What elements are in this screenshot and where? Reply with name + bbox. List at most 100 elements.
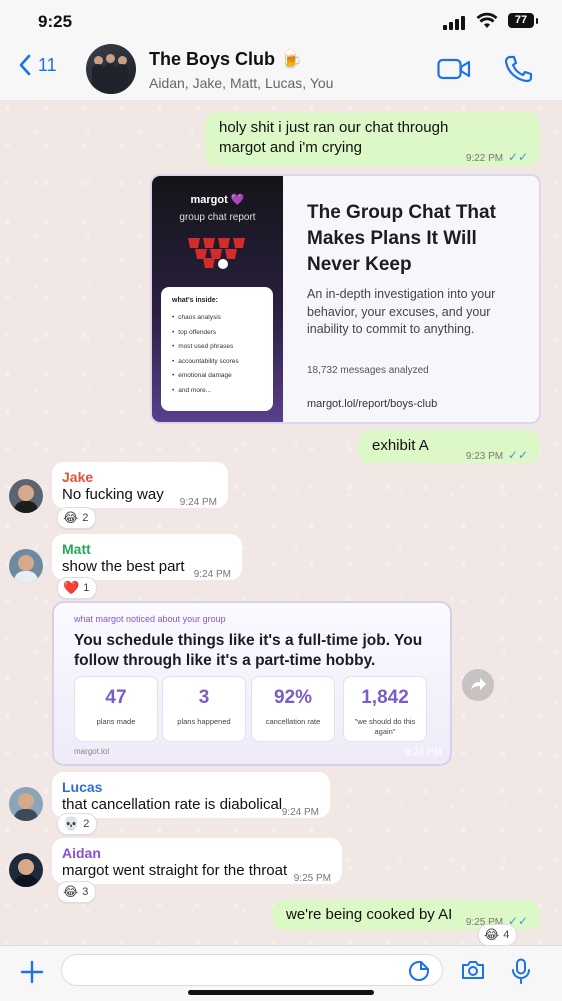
avatar-aidan[interactable] bbox=[9, 853, 43, 887]
battery-icon: 77 bbox=[508, 13, 538, 28]
stat-value: 3 bbox=[198, 687, 210, 708]
contents-item: most used phrases bbox=[172, 343, 239, 358]
reaction-count: 2 bbox=[82, 512, 89, 524]
reaction-badge[interactable]: 😂 4 bbox=[478, 924, 518, 946]
contents-item: chaos analysis bbox=[172, 314, 239, 329]
clock: 9:25 bbox=[38, 12, 73, 31]
group-avatar[interactable] bbox=[86, 44, 136, 94]
contents-list: chaos analysis top offenders most used p… bbox=[172, 314, 239, 402]
chat-header: 11 The Boys Club 🍺 Aidan, Jake, Matt, Lu… bbox=[0, 44, 562, 101]
video-call-icon[interactable] bbox=[437, 57, 471, 81]
read-ticks-icon: ✓✓ bbox=[507, 150, 528, 164]
incoming-message[interactable]: Jake No fucking way 9:24 PM bbox=[52, 462, 228, 508]
contents-item: top offenders bbox=[172, 329, 239, 344]
message-time: 9:22 PM bbox=[465, 153, 504, 164]
outgoing-message[interactable]: holy shit i just ran our chat through ma… bbox=[205, 112, 540, 166]
insight-card[interactable]: what margot noticed about your group You… bbox=[52, 601, 452, 766]
reaction-count: 3 bbox=[82, 886, 89, 898]
message-time: 9:25 PM bbox=[293, 873, 331, 884]
avatar-lucas[interactable] bbox=[9, 787, 43, 821]
reaction-emoji: 😂 bbox=[484, 927, 500, 942]
reaction-emoji: 😂 bbox=[63, 510, 79, 525]
report-subtitle: group chat report bbox=[179, 212, 256, 223]
stat-card: 92% cancellation rate bbox=[251, 676, 335, 742]
message-time: 9:23 PM bbox=[465, 451, 504, 462]
message-text: that cancellation rate is diabolical bbox=[62, 796, 283, 813]
stat-card: 1,842 "we should do this again" bbox=[343, 676, 427, 742]
sticker-icon[interactable] bbox=[408, 960, 430, 982]
stat-value: 1,842 bbox=[361, 687, 409, 708]
report-contents-box: what's inside: chaos analysis top offend… bbox=[161, 287, 273, 411]
signal-icon bbox=[443, 16, 465, 30]
incoming-message[interactable]: Aidan margot went straight for the throa… bbox=[52, 838, 342, 884]
chat-members[interactable]: Aidan, Jake, Matt, Lucas, You bbox=[149, 75, 333, 91]
message-input[interactable] bbox=[61, 954, 443, 986]
contents-title: what's inside: bbox=[172, 297, 219, 304]
reaction-emoji: ❤️ bbox=[63, 580, 80, 595]
stat-label: plans happened bbox=[177, 717, 231, 726]
contents-item: and more... bbox=[172, 387, 239, 402]
stat-card: 3 plans happened bbox=[162, 676, 246, 742]
message-time: 9:24 PM bbox=[404, 747, 442, 758]
stat-value: 47 bbox=[105, 687, 127, 708]
reaction-count: 1 bbox=[83, 582, 90, 594]
stat-value: 92% bbox=[273, 687, 313, 708]
stat-label: cancellation rate bbox=[265, 717, 321, 726]
message-text: exhibit A bbox=[372, 437, 429, 454]
message-meta: 9:23 PM ✓✓ bbox=[466, 445, 528, 467]
avatar-jake[interactable] bbox=[9, 479, 43, 513]
wifi-icon bbox=[476, 12, 498, 28]
sender-name: Lucas bbox=[62, 779, 103, 795]
stat-card: 47 plans made bbox=[74, 676, 158, 742]
unread-count: 11 bbox=[38, 54, 57, 75]
reaction-count: 2 bbox=[83, 818, 90, 830]
chat-title[interactable]: The Boys Club 🍺 bbox=[149, 49, 302, 70]
incoming-message[interactable]: Matt show the best part 9:24 PM bbox=[52, 534, 242, 580]
sender-name: Matt bbox=[62, 541, 91, 557]
insight-label: what margot noticed about your group bbox=[74, 614, 226, 624]
stat-label: "we should do this again" bbox=[354, 717, 416, 736]
stat-label: plans made bbox=[96, 717, 136, 726]
message-text: we're being cooked by AI bbox=[286, 906, 453, 923]
back-chevron-icon bbox=[19, 54, 31, 76]
report-description: An in-depth investigation into your beha… bbox=[307, 287, 496, 336]
message-text: margot went straight for the throat bbox=[62, 862, 288, 879]
message-text: No fucking way bbox=[62, 486, 164, 503]
reaction-count: 4 bbox=[503, 929, 510, 941]
home-indicator[interactable] bbox=[188, 990, 374, 995]
camera-icon[interactable] bbox=[460, 959, 486, 981]
reaction-badge[interactable]: 😂 2 bbox=[57, 507, 97, 529]
forward-icon[interactable] bbox=[462, 669, 494, 701]
plus-icon[interactable] bbox=[20, 960, 44, 984]
message-time: 9:24 PM bbox=[179, 497, 217, 508]
avatar-matt[interactable] bbox=[9, 549, 43, 583]
status-bar: 9:25 77 bbox=[0, 0, 562, 44]
read-ticks-icon: ✓✓ bbox=[507, 448, 528, 462]
sender-name: Jake bbox=[62, 469, 94, 485]
reaction-emoji: 💀 bbox=[63, 816, 80, 831]
report-url[interactable]: margot.lol/report/boys-club bbox=[307, 398, 437, 410]
microphone-icon[interactable] bbox=[511, 958, 531, 984]
incoming-message[interactable]: Lucas that cancellation rate is diabolic… bbox=[52, 772, 330, 818]
message-time: 9:24 PM bbox=[281, 807, 319, 818]
reaction-badge[interactable]: ❤️ 1 bbox=[57, 577, 98, 599]
report-link-preview[interactable]: margot 💜 group chat report what's inside… bbox=[150, 174, 541, 424]
contents-item: emotional damage bbox=[172, 372, 239, 387]
report-cover: margot 💜 group chat report what's inside… bbox=[152, 176, 283, 422]
report-title: The Group Chat That Makes Plans It Will … bbox=[307, 202, 496, 275]
phone-icon[interactable] bbox=[503, 55, 533, 83]
message-text: show the best part bbox=[62, 558, 185, 575]
outgoing-message[interactable]: exhibit A 9:23 PM ✓✓ bbox=[358, 430, 540, 463]
back-button[interactable]: 11 bbox=[18, 54, 57, 76]
reaction-emoji: 😂 bbox=[63, 884, 79, 899]
report-brand: margot 💜 bbox=[190, 194, 245, 206]
message-meta: 9:22 PM ✓✓ bbox=[466, 147, 528, 169]
message-time: 9:24 PM bbox=[193, 569, 231, 580]
reaction-badge[interactable]: 💀 2 bbox=[57, 813, 98, 835]
contents-item: accountability scores bbox=[172, 358, 238, 373]
message-text: holy shit i just ran our chat through ma… bbox=[219, 119, 449, 156]
reaction-badge[interactable]: 😂 3 bbox=[57, 881, 97, 903]
insight-headline: You schedule things like it's a full-tim… bbox=[74, 632, 423, 669]
party-cups-icon bbox=[188, 238, 245, 269]
report-message-count: 18,732 messages analyzed bbox=[307, 365, 429, 376]
